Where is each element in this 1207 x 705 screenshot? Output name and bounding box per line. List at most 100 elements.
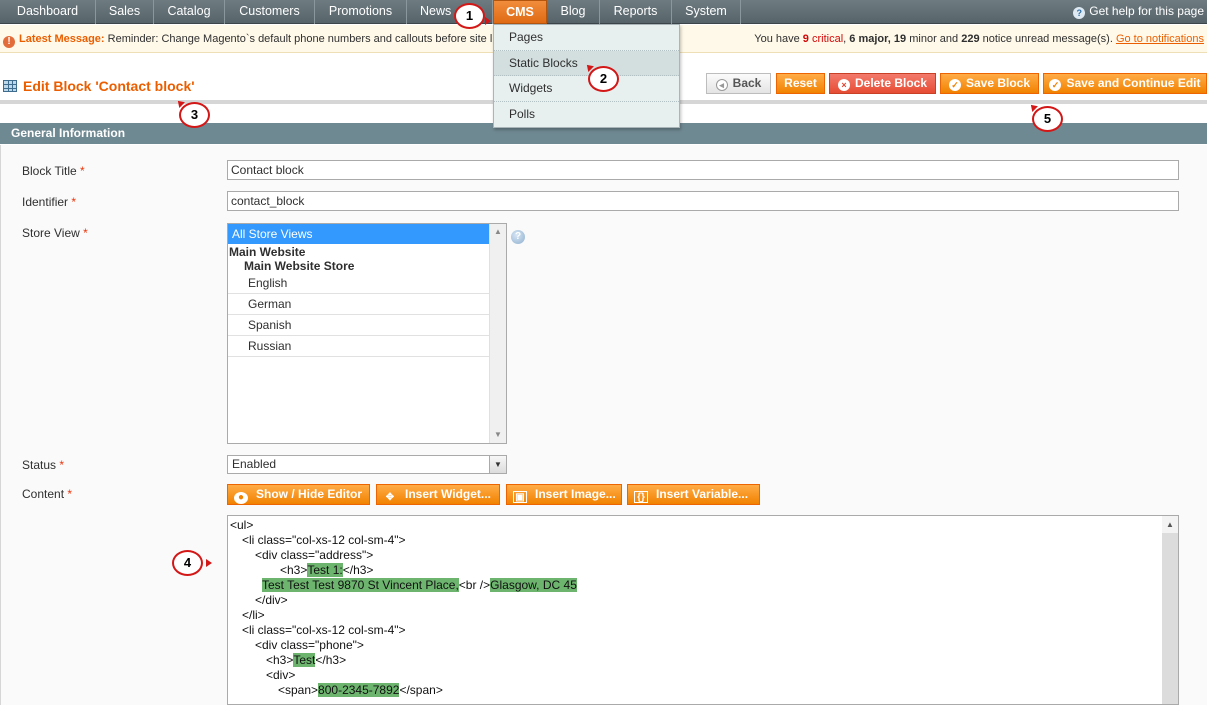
latest-message: ! Latest Message: Reminder: Change Magent… (3, 33, 492, 48)
chevron-down-icon[interactable]: ▼ (489, 456, 506, 473)
error-icon: ! (3, 36, 15, 48)
code-line: Test Test Test 9870 St Vincent Place,<br… (262, 578, 577, 592)
minor-label: minor and (909, 33, 959, 45)
identifier-input[interactable]: contact_block (227, 191, 1179, 211)
notification-summary: You have 9 critical, 6 major, 19 minor a… (754, 33, 1204, 45)
cms-dropdown-menu: Pages Static Blocks Widgets Polls (493, 24, 680, 128)
store-view-label: Store View * (22, 226, 88, 240)
page-title-text: Edit Block 'Contact block' (23, 78, 195, 94)
widget-icon: ✥ (385, 492, 395, 503)
code-line: <div> (266, 668, 296, 682)
code-line: <ul> (230, 518, 254, 532)
code-line: <h3>Test</h3> (266, 653, 347, 667)
editor-scrollbar[interactable] (1162, 516, 1178, 704)
help-icon: ? (1073, 7, 1086, 19)
reset-button[interactable]: Reset (776, 73, 825, 94)
store-option-german[interactable]: German (228, 294, 490, 315)
save-continue-label: Save and Continue Edit (1066, 76, 1201, 90)
nav-promotions[interactable]: Promotions (315, 0, 407, 24)
reset-label: Reset (784, 76, 817, 90)
callout-pointer (485, 17, 491, 25)
status-value: Enabled (232, 457, 277, 471)
insert-widget-label: Insert Widget... (405, 487, 491, 501)
code-line: <li class="col-xs-12 col-sm-4"> (242, 533, 406, 547)
callout-marker: 1 (454, 3, 485, 29)
callout-pointer (206, 559, 212, 567)
menu-item-polls[interactable]: Polls (494, 102, 679, 128)
insert-image-label: Insert Image... (535, 487, 616, 501)
delete-block-button[interactable]: × Delete Block (829, 73, 936, 94)
nav-blog[interactable]: Blog (547, 0, 600, 24)
code-line: </div> (255, 593, 288, 607)
critical-count: 9 (802, 33, 809, 45)
delete-icon: × (837, 79, 850, 91)
message-label: Latest Message: (19, 33, 105, 45)
code-line: <div class="address"> (255, 548, 374, 562)
help-question-icon[interactable]: ? (511, 230, 525, 244)
block-grid-icon (3, 80, 17, 92)
nav-catalog[interactable]: Catalog (154, 0, 225, 24)
message-text[interactable]: Reminder: Change Magento`s default phone… (108, 33, 493, 45)
menu-item-pages[interactable]: Pages (494, 25, 679, 51)
back-button[interactable]: ◂ Back (706, 73, 771, 94)
status-label: Status * (22, 458, 65, 472)
code-line: <div class="phone"> (255, 638, 364, 652)
save-block-button[interactable]: ✓ Save Block (940, 73, 1039, 94)
page-title: Edit Block 'Contact block' (3, 78, 195, 94)
save-continue-button[interactable]: ✓ Save and Continue Edit (1043, 73, 1207, 94)
code-line: <li class="col-xs-12 col-sm-4"> (242, 623, 406, 637)
insert-variable-button[interactable]: {} Insert Variable... (627, 484, 760, 505)
show-hide-label: Show / Hide Editor (256, 487, 363, 501)
minor-count: 19 (893, 33, 907, 45)
scroll-up-icon[interactable]: ▲ (494, 227, 502, 236)
insert-image-button[interactable]: ▣ Insert Image... (506, 484, 622, 505)
nav-reports[interactable]: Reports (600, 0, 672, 24)
menu-item-static-blocks[interactable]: Static Blocks (494, 50, 679, 76)
store-option-all[interactable]: All Store Views (228, 224, 490, 244)
check-icon: ✓ (948, 79, 961, 91)
critical-label: critical (811, 33, 844, 45)
store-option-english[interactable]: English (228, 273, 490, 294)
store-option-spanish[interactable]: Spanish (228, 315, 490, 336)
nav-sales[interactable]: Sales (96, 0, 154, 24)
callout-marker: 5 (1032, 106, 1063, 132)
content-textarea[interactable]: <ul> <li class="col-xs-12 col-sm-4"> <di… (227, 515, 1179, 705)
comma: , (843, 33, 847, 45)
store-group-store: Main Website Store (244, 259, 355, 273)
multiselect-scrollbar[interactable]: ▲ ▼ (489, 224, 506, 443)
callout-marker: 4 (172, 550, 203, 576)
help-text: Get help for this page (1089, 4, 1204, 18)
back-label: Back (732, 76, 762, 90)
nav-cms[interactable]: CMS (493, 0, 547, 24)
help-link[interactable]: ? Get help for this page (1073, 4, 1204, 19)
store-option-russian[interactable]: Russian (228, 336, 490, 357)
callout-marker: 3 (179, 102, 210, 128)
nav-customers[interactable]: Customers (225, 0, 315, 24)
major-count: 6 major, (849, 33, 891, 45)
save-label: Save Block (965, 76, 1031, 90)
scroll-down-icon[interactable]: ▼ (494, 430, 502, 439)
show-hide-editor-button[interactable]: ● Show / Hide Editor (227, 484, 370, 505)
summary-prefix: You have (754, 33, 800, 45)
notice-count: 229 (961, 33, 980, 45)
eye-icon: ● (234, 492, 248, 504)
status-select[interactable]: Enabled ▼ (227, 455, 507, 474)
menu-item-widgets[interactable]: Widgets (494, 76, 679, 102)
delete-label: Delete Block (854, 76, 928, 90)
code-line: </li> (242, 608, 265, 622)
notifications-link[interactable]: Go to notifications (1116, 33, 1204, 45)
variable-icon: {} (634, 491, 648, 503)
block-title-input[interactable]: Contact block (227, 160, 1179, 180)
store-view-multiselect[interactable]: All Store Views Main Website Main Websit… (227, 223, 507, 444)
nav-system[interactable]: System (672, 0, 741, 24)
image-icon: ▣ (513, 491, 527, 503)
nav-dashboard[interactable]: Dashboard (0, 0, 96, 24)
code-line: <h3>Test 1:</h3> (280, 563, 374, 577)
back-arrow-icon: ◂ (715, 79, 728, 91)
block-title-label: Block Title * (22, 164, 85, 178)
check-icon: ✓ (1049, 79, 1062, 91)
scroll-up-icon[interactable]: ▲ (1162, 516, 1178, 533)
insert-variable-label: Insert Variable... (656, 487, 749, 501)
callout-marker: 2 (588, 66, 619, 92)
insert-widget-button[interactable]: ✥ Insert Widget... (376, 484, 500, 505)
